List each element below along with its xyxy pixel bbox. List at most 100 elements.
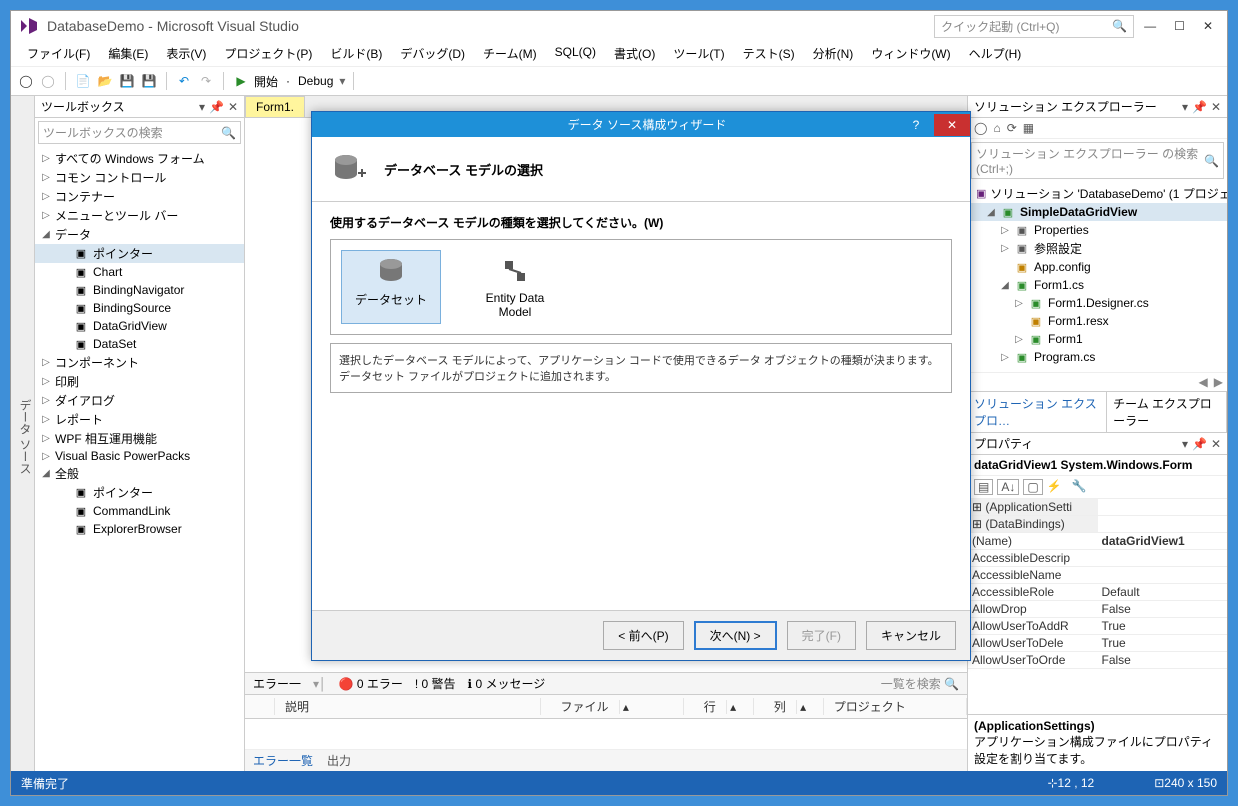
dropdown-icon[interactable]: ▾ xyxy=(1182,100,1188,114)
doc-tab-form1[interactable]: Form1. xyxy=(245,96,305,117)
property-row[interactable]: AllowDropFalse xyxy=(968,601,1227,618)
categorized-icon[interactable]: ▤ xyxy=(974,479,993,495)
menu-tools[interactable]: ツール(T) xyxy=(665,43,732,64)
toolbox-item[interactable]: ▣ExplorerBrowser xyxy=(35,520,244,538)
toolbox-item[interactable]: ▷WPF 相互運用機能 xyxy=(35,429,244,448)
dropdown-icon[interactable]: ▾ xyxy=(1182,437,1188,451)
solution-node[interactable]: ▷▣参照設定 xyxy=(968,239,1227,258)
menu-analyze[interactable]: 分析(N) xyxy=(805,43,862,64)
nav-back-icon[interactable]: ◯ xyxy=(17,72,35,90)
alpha-icon[interactable]: A↓ xyxy=(997,479,1019,495)
start-icon[interactable]: ▶ xyxy=(232,72,250,90)
menu-view[interactable]: 表示(V) xyxy=(158,43,214,64)
quick-launch-input[interactable]: クイック起動 (Ctrl+Q) 🔍 xyxy=(934,15,1134,38)
cancel-button[interactable]: キャンセル xyxy=(866,621,956,650)
toolbox-item[interactable]: ▣DataGridView xyxy=(35,317,244,335)
save-all-icon[interactable]: 💾 xyxy=(140,72,158,90)
property-row[interactable]: AccessibleDescrip xyxy=(968,550,1227,567)
toolbox-item[interactable]: ▷レポート xyxy=(35,410,244,429)
props-icon[interactable]: ▢ xyxy=(1023,479,1042,495)
start-label[interactable]: 開始 xyxy=(254,73,278,90)
property-row[interactable]: (Name)dataGridView1 xyxy=(968,533,1227,550)
menu-team[interactable]: チーム(M) xyxy=(475,43,545,64)
scroll-left-icon[interactable]: ◀ xyxy=(1199,375,1208,389)
events-icon[interactable]: ⚡ xyxy=(1047,479,1062,495)
solution-node[interactable]: ▷▣Form1 xyxy=(968,330,1227,348)
showall-icon[interactable]: ▦ xyxy=(1023,121,1034,135)
tab-team-explorer[interactable]: チーム エクスプローラー xyxy=(1107,392,1227,432)
solution-node[interactable]: ◢▣SimpleDataGridView xyxy=(968,203,1227,221)
wrench-icon[interactable]: 🔧 xyxy=(1072,479,1087,495)
finish-button[interactable]: 完了(F) xyxy=(787,621,856,650)
toolbox-item[interactable]: ▣CommandLink xyxy=(35,502,244,520)
col-line[interactable]: 行 ▴ xyxy=(684,698,754,715)
menu-debug[interactable]: デバッグ(D) xyxy=(392,43,473,64)
menu-file[interactable]: ファイル(F) xyxy=(19,43,98,64)
col-file[interactable]: ファイル ▴ xyxy=(541,698,684,715)
open-icon[interactable]: 📂 xyxy=(96,72,114,90)
solution-node[interactable]: ▷▣Properties xyxy=(968,221,1227,239)
help-button[interactable]: ? xyxy=(898,114,934,136)
toolbox-search[interactable]: ツールボックスの検索 🔍 xyxy=(38,121,241,144)
sync-icon[interactable]: ⟳ xyxy=(1007,121,1017,135)
error-filter-errors[interactable]: 🔴 0 エラー xyxy=(339,675,403,692)
menu-format[interactable]: 書式(O) xyxy=(606,43,663,64)
next-button[interactable]: 次へ(N) > xyxy=(694,621,777,650)
pin-icon[interactable]: 📌 xyxy=(1192,437,1207,451)
close-panel-icon[interactable]: ✕ xyxy=(1211,100,1221,114)
solution-node[interactable]: ▷▣Program.cs xyxy=(968,348,1227,366)
save-icon[interactable]: 💾 xyxy=(118,72,136,90)
datasources-dock-tab[interactable]: データ ソース xyxy=(11,96,35,771)
toolbox-item[interactable]: ▣BindingSource xyxy=(35,299,244,317)
menu-test[interactable]: テスト(S) xyxy=(735,43,803,64)
home-icon[interactable]: ◯ xyxy=(974,121,987,135)
tab-error-list[interactable]: エラー一覧 xyxy=(253,752,313,769)
property-row[interactable]: AccessibleRoleDefault xyxy=(968,584,1227,601)
menu-window[interactable]: ウィンドウ(W) xyxy=(863,43,958,64)
tab-output[interactable]: 出力 xyxy=(327,752,351,769)
toolbox-item[interactable]: ▷ダイアログ xyxy=(35,391,244,410)
close-panel-icon[interactable]: ✕ xyxy=(1211,437,1221,451)
undo-icon[interactable]: ↶ xyxy=(175,72,193,90)
model-dataset[interactable]: データセット xyxy=(341,250,441,324)
property-row[interactable]: ⊞ (ApplicationSetti xyxy=(968,499,1227,516)
model-entity[interactable]: Entity Data Model xyxy=(465,250,565,324)
error-filter-warnings[interactable]: ! 0 警告 xyxy=(415,675,456,692)
toolbox-item[interactable]: ▷コンポーネント xyxy=(35,353,244,372)
toolbox-item[interactable]: ▣ポインター xyxy=(35,483,244,502)
close-panel-icon[interactable]: ✕ xyxy=(228,100,238,114)
property-row[interactable]: AllowUserToOrdeFalse xyxy=(968,652,1227,669)
error-filter-messages[interactable]: ℹ 0 メッセージ xyxy=(468,675,546,692)
menu-edit[interactable]: 編集(E) xyxy=(100,43,156,64)
toolbox-item[interactable]: ◢データ xyxy=(35,225,244,244)
menu-sql[interactable]: SQL(Q) xyxy=(547,43,604,64)
toolbox-item[interactable]: ▣ポインター xyxy=(35,244,244,263)
dialog-close-button[interactable]: ✕ xyxy=(934,114,970,136)
solution-node[interactable]: ▣Form1.resx xyxy=(968,312,1227,330)
maximize-button[interactable]: ☐ xyxy=(1174,19,1185,33)
toolbox-item[interactable]: ◢全般 xyxy=(35,464,244,483)
toolbox-item[interactable]: ▣DataSet xyxy=(35,335,244,353)
menu-project[interactable]: プロジェクト(P) xyxy=(216,43,320,64)
toolbox-item[interactable]: ▷コンテナー xyxy=(35,187,244,206)
toolbox-item[interactable]: ▷Visual Basic PowerPacks xyxy=(35,448,244,464)
solution-node[interactable]: ▣App.config xyxy=(968,258,1227,276)
property-row[interactable]: AllowUserToAddRTrue xyxy=(968,618,1227,635)
solution-node[interactable]: ◢▣Form1.cs xyxy=(968,276,1227,294)
home2-icon[interactable]: ⌂ xyxy=(993,121,1000,135)
dialog-titlebar[interactable]: データ ソース構成ウィザード ? ✕ xyxy=(312,112,970,137)
solution-search[interactable]: ソリューション エクスプローラー の検索 (Ctrl+;) 🔍 xyxy=(971,142,1224,179)
close-button[interactable]: ✕ xyxy=(1203,19,1213,33)
toolbox-item[interactable]: ▣BindingNavigator xyxy=(35,281,244,299)
property-row[interactable]: AllowUserToDeleTrue xyxy=(968,635,1227,652)
config-selector[interactable]: Debug xyxy=(298,74,333,88)
dropdown-icon[interactable]: ▾ xyxy=(199,100,205,114)
menu-help[interactable]: ヘルプ(H) xyxy=(961,43,1030,64)
property-row[interactable]: ⊞ (DataBindings) xyxy=(968,516,1227,533)
tab-solution-explorer[interactable]: ソリューション エクスプロ… xyxy=(968,392,1107,432)
new-project-icon[interactable]: 📄 xyxy=(74,72,92,90)
pin-icon[interactable]: 📌 xyxy=(209,100,224,114)
col-col[interactable]: 列 ▴ xyxy=(754,698,824,715)
solution-node[interactable]: ▣ソリューション 'DatabaseDemo' (1 プロジェ xyxy=(968,184,1227,203)
nav-fwd-icon[interactable]: ◯ xyxy=(39,72,57,90)
